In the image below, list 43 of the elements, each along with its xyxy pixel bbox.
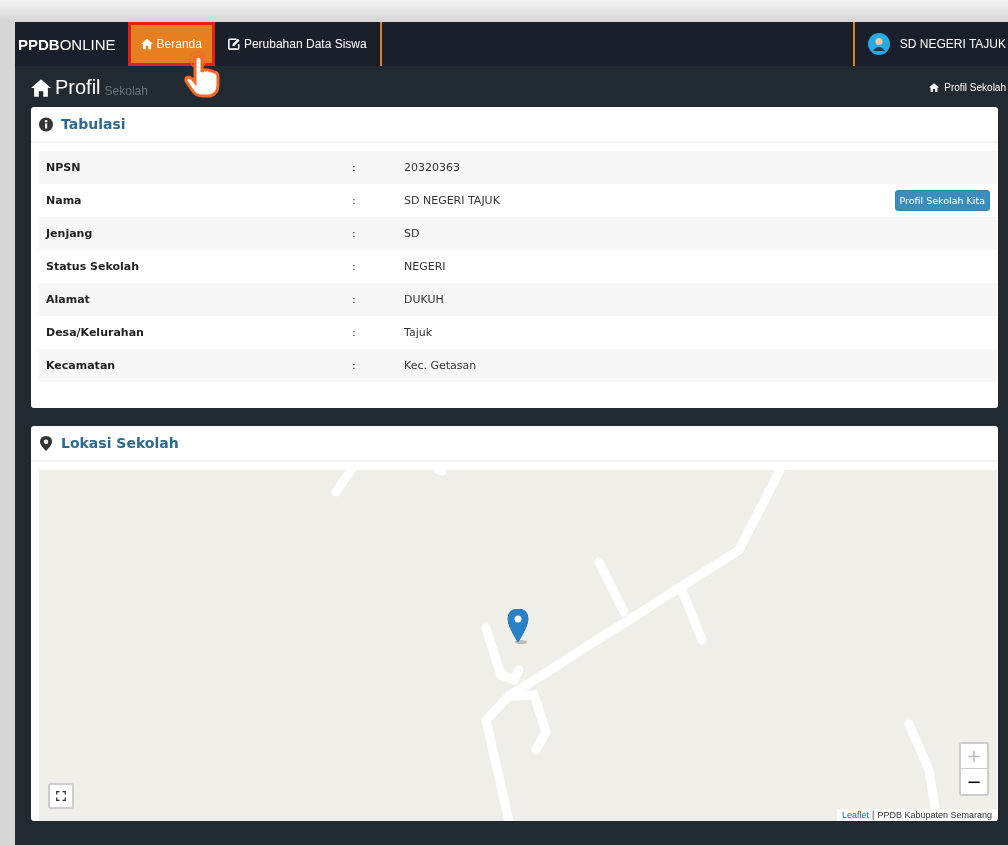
field-value: Kec. Getasan xyxy=(404,359,478,372)
field-value: Tajuk xyxy=(404,326,434,339)
separator-colon: : xyxy=(352,260,357,273)
user-name[interactable]: SD NEGERI TAJUK xyxy=(899,37,1006,51)
separator-colon: : xyxy=(352,161,357,174)
map-marker-icon xyxy=(39,435,53,451)
nav-item[interactable]: Perubahan Data Siswa xyxy=(214,22,380,66)
separator-colon: : xyxy=(352,227,357,240)
map-pin-icon[interactable] xyxy=(507,609,529,645)
fullscreen-icon xyxy=(56,789,66,803)
card-title: Tabulasi xyxy=(61,116,126,132)
separator-colon: : xyxy=(352,293,357,306)
home-icon xyxy=(140,38,153,50)
profile-button[interactable]: Profil Sekolah Kita xyxy=(894,190,990,211)
separator-colon: : xyxy=(352,359,357,372)
field-label: Kecamatan xyxy=(46,359,117,372)
field-value: SD xyxy=(404,227,421,240)
field-value: DUKUH xyxy=(404,293,445,306)
attribution-link[interactable]: Leaflet xyxy=(842,810,870,820)
field-label: Desa/Kelurahan xyxy=(46,326,145,339)
separator-colon: : xyxy=(352,326,357,339)
page-title: Profil xyxy=(55,76,101,99)
card-title: Lokasi Sekolah xyxy=(61,435,179,451)
breadcrumb-link[interactable]: Profil Sekolah xyxy=(944,82,1006,93)
separator-colon: : xyxy=(352,194,357,207)
field-label: Nama xyxy=(46,194,83,207)
page-subtitle: Sekolah xyxy=(104,83,148,98)
edit-icon xyxy=(227,38,240,50)
field-label: NPSN xyxy=(46,161,82,174)
field-label: Jenjang xyxy=(46,227,94,240)
brand-logo[interactable]: PPDBONLINE xyxy=(15,22,128,66)
info-icon xyxy=(39,116,53,132)
home-icon xyxy=(31,78,51,97)
avatar-icon[interactable] xyxy=(867,33,890,55)
field-label: Status Sekolah xyxy=(46,260,141,273)
field-value: NEGERI xyxy=(404,260,447,273)
home-icon xyxy=(929,83,940,92)
field-value: SD NEGERI TAJUK xyxy=(404,194,501,207)
field-value: 20320363 xyxy=(404,161,461,174)
fullscreen-button[interactable] xyxy=(48,783,74,809)
attribution-separator: | xyxy=(872,810,875,820)
field-label: Alamat xyxy=(46,293,91,306)
attribution-text: PPDB Kabupaten Semarang xyxy=(877,810,992,820)
